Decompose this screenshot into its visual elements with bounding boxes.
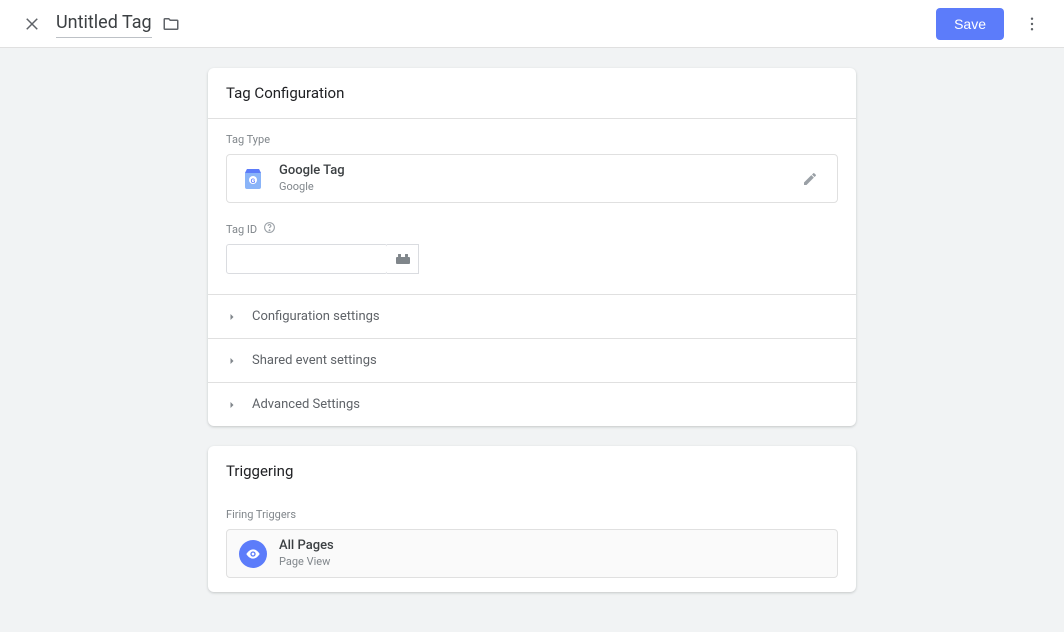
trigger-name: All Pages (279, 538, 334, 555)
card-title: Triggering (208, 446, 856, 496)
help-icon[interactable] (263, 221, 276, 238)
tag-type-vendor: Google (279, 180, 345, 194)
variable-picker-button[interactable] (387, 244, 419, 274)
close-button[interactable] (12, 4, 52, 44)
chevron-right-icon (226, 399, 238, 411)
tag-type-row[interactable]: G Google Tag Google (226, 154, 838, 203)
close-icon (23, 15, 41, 33)
tag-id-input[interactable] (226, 244, 388, 274)
chevron-right-icon (226, 355, 238, 367)
app-header: Untitled Tag Save (0, 0, 1064, 48)
title-area: Untitled Tag (56, 10, 180, 38)
trigger-text: All Pages Page View (279, 538, 334, 569)
expander-configuration-settings[interactable]: Configuration settings (208, 294, 856, 338)
google-tag-icon: G (239, 165, 267, 193)
page-view-icon (239, 540, 267, 568)
tag-type-name: Google Tag (279, 163, 345, 180)
edit-tag-type-button[interactable] (795, 164, 825, 194)
tag-id-label: Tag ID (226, 223, 257, 236)
folder-icon[interactable] (162, 15, 180, 33)
expander-label: Configuration settings (252, 309, 380, 324)
card-title: Tag Configuration (208, 68, 856, 119)
firing-triggers-label: Firing Triggers (226, 508, 838, 521)
expander-label: Shared event settings (252, 353, 377, 368)
chevron-right-icon (226, 311, 238, 323)
triggering-card: Triggering Firing Triggers All Pages Pag… (208, 446, 856, 592)
svg-text:G: G (251, 179, 256, 185)
tag-type-label: Tag Type (226, 133, 838, 146)
tag-id-label-row: Tag ID (226, 221, 838, 238)
tag-id-input-row (226, 244, 838, 274)
trigger-type: Page View (279, 555, 334, 569)
expander-label: Advanced Settings (252, 397, 360, 412)
trigger-row[interactable]: All Pages Page View (226, 529, 838, 578)
more-menu-button[interactable] (1012, 4, 1052, 44)
more-vertical-icon (1023, 15, 1041, 33)
lego-icon (395, 253, 411, 265)
main-content: Tag Configuration Tag Type G Google Tag … (0, 48, 1064, 632)
tag-type-text: Google Tag Google (279, 163, 345, 194)
save-button[interactable]: Save (936, 8, 1004, 40)
expander-shared-event-settings[interactable]: Shared event settings (208, 338, 856, 382)
pencil-icon (802, 171, 818, 187)
expander-advanced-settings[interactable]: Advanced Settings (208, 382, 856, 426)
tag-name-input[interactable]: Untitled Tag (56, 10, 152, 38)
tag-configuration-card: Tag Configuration Tag Type G Google Tag … (208, 68, 856, 426)
